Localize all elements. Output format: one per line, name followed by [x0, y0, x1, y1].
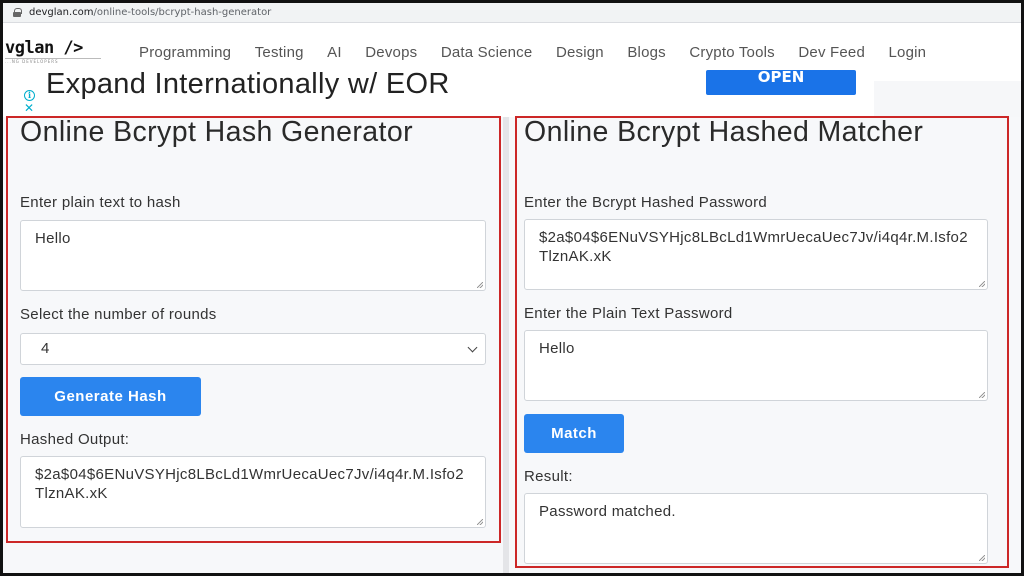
nav-link-dev-feed[interactable]: Dev Feed	[798, 44, 865, 61]
resize-handle-icon[interactable]	[477, 519, 483, 525]
hashed-output-value: $2a$04$6ENuVSYHjc8LBcLd1WmrUecaUec7Jv/i4…	[35, 466, 464, 502]
site-logo[interactable]: vglan /> ...NG DEVELOPERS	[5, 38, 105, 68]
resize-handle-icon[interactable]	[979, 555, 985, 561]
generate-hash-button[interactable]: Generate Hash	[20, 377, 201, 416]
matcher-title: Online Bcrypt Hashed Matcher	[524, 116, 924, 148]
resize-handle-icon[interactable]	[477, 282, 483, 288]
plain-text-label: Enter plain text to hash	[20, 194, 181, 211]
ad-open-button[interactable]: OPEN	[706, 70, 856, 95]
match-button[interactable]: Match	[524, 414, 624, 453]
plain-text-input[interactable]: Hello	[20, 220, 486, 291]
nav-link-testing[interactable]: Testing	[255, 44, 304, 61]
result-field[interactable]: Password matched.	[524, 493, 988, 564]
chevron-down-icon	[467, 342, 478, 353]
rounds-label: Select the number of rounds	[20, 306, 217, 323]
hashed-password-value: $2a$04$6ENuVSYHjc8LBcLd1WmrUecaUec7Jv/i4…	[539, 229, 968, 265]
hashed-password-label: Enter the Bcrypt Hashed Password	[524, 194, 768, 211]
plain-password-input[interactable]: Hello	[524, 330, 988, 401]
nav-link-blogs[interactable]: Blogs	[627, 44, 666, 61]
result-value: Password matched.	[539, 503, 676, 520]
nav-link-crypto-tools[interactable]: Crypto Tools	[689, 44, 775, 61]
url-path: /online-tools/bcrypt-hash-generator	[93, 7, 272, 18]
hashed-password-input[interactable]: $2a$04$6ENuVSYHjc8LBcLd1WmrUecaUec7Jv/i4…	[524, 219, 988, 290]
plain-password-label: Enter the Plain Text Password	[524, 305, 733, 322]
logo-tagline: ...NG DEVELOPERS	[5, 58, 101, 64]
nav-link-design[interactable]: Design	[556, 44, 604, 61]
nav-link-ai[interactable]: AI	[327, 44, 342, 61]
hashed-output-label: Hashed Output:	[20, 431, 130, 448]
resize-handle-icon[interactable]	[979, 392, 985, 398]
ad-headline: Expand Internationally w/ EOR	[46, 70, 450, 100]
rounds-selected-value: 4	[41, 340, 50, 357]
rounds-select[interactable]: 4	[20, 333, 486, 365]
hashed-output-field[interactable]: $2a$04$6ENuVSYHjc8LBcLd1WmrUecaUec7Jv/i4…	[20, 456, 486, 528]
ad-info-icon[interactable]: i	[24, 90, 35, 101]
page-background	[874, 81, 1021, 119]
ad-close-icon[interactable]: ✕	[24, 102, 34, 114]
nav-link-data-science[interactable]: Data Science	[441, 44, 533, 61]
nav-link-devops[interactable]: Devops	[365, 44, 417, 61]
ad-banner[interactable]: Expand Internationally w/ EOR OPEN i ✕	[14, 70, 874, 117]
plain-password-value: Hello	[539, 340, 575, 357]
plain-text-value: Hello	[35, 230, 71, 247]
result-label: Result:	[524, 468, 573, 485]
generator-title: Online Bcrypt Hash Generator	[20, 116, 413, 148]
lock-icon	[13, 8, 22, 17]
nav-link-login[interactable]: Login	[889, 44, 927, 61]
nav-link-programming[interactable]: Programming	[139, 44, 231, 61]
logo-text: vglan />	[5, 38, 83, 58]
resize-handle-icon[interactable]	[979, 281, 985, 287]
url-host: devglan.com	[29, 7, 94, 18]
address-bar[interactable]: devglan.com/online-tools/bcrypt-hash-gen…	[3, 3, 1021, 23]
